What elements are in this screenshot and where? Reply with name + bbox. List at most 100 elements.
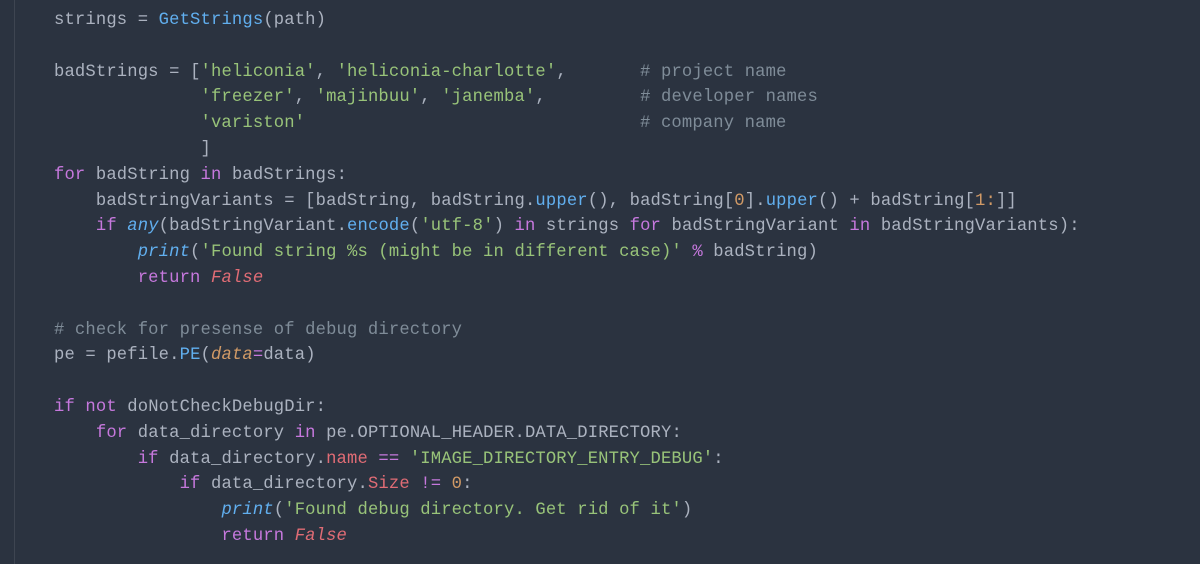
identifier: path (274, 11, 316, 30)
bracket: ] (745, 192, 755, 211)
string-literal: 'utf-8' (420, 217, 493, 236)
boolean-literal: False (295, 527, 347, 546)
identifier: data (263, 346, 305, 365)
string-literal: 'majinbuu' (316, 88, 421, 107)
dot: . (357, 475, 367, 494)
code-editor[interactable]: strings = GetStrings(path) badStrings = … (0, 0, 1200, 564)
colon: : (671, 424, 681, 443)
operator: = (253, 346, 263, 365)
operator: + (839, 192, 870, 211)
comment: # company name (640, 114, 787, 133)
identifier: data_directory (211, 475, 358, 494)
identifier: strings (546, 217, 619, 236)
paren: ) (494, 217, 504, 236)
identifier: data_directory (138, 424, 285, 443)
identifier: badString (870, 192, 964, 211)
slice: 1: (975, 192, 996, 211)
function-call: GetStrings (159, 11, 264, 30)
string-literal: 'variston' (201, 114, 306, 133)
builtin-call: any (127, 217, 158, 236)
dot: . (755, 192, 765, 211)
bracket: [ (724, 192, 734, 211)
colon: : (462, 475, 472, 494)
paren: ( (818, 192, 828, 211)
dot: . (169, 346, 179, 365)
operator: = (75, 346, 106, 365)
paren: ( (410, 217, 420, 236)
paren: ( (588, 192, 598, 211)
identifier: badString (431, 192, 525, 211)
boolean-literal: False (211, 269, 263, 288)
method-call: upper (766, 192, 818, 211)
gutter (14, 0, 29, 564)
paren: ( (190, 243, 200, 262)
keyword: for (96, 424, 127, 443)
keyword: if (138, 450, 159, 469)
comma: , (535, 88, 545, 107)
string-literal: 'freezer' (201, 88, 295, 107)
keyword: in (515, 217, 536, 236)
dot: . (316, 450, 326, 469)
dot: . (525, 192, 535, 211)
identifier: OPTIONAL_HEADER (358, 424, 515, 443)
colon: : (713, 450, 723, 469)
identifier: doNotCheckDebugDir (127, 398, 315, 417)
bracket: [ (965, 192, 975, 211)
comment: # check for presense of debug directory (54, 321, 462, 340)
keyword: return (138, 269, 201, 288)
keyword: if (96, 217, 117, 236)
builtin-call: print (221, 501, 273, 520)
string-literal: 'IMAGE_DIRECTORY_ENTRY_DEBUG' (410, 450, 713, 469)
identifier: badString (96, 166, 190, 185)
paren: ) (305, 346, 315, 365)
attribute: name (326, 450, 368, 469)
keyword: for (54, 166, 85, 185)
identifier: pe (54, 346, 75, 365)
kwarg: data (211, 346, 253, 365)
operator: == (368, 450, 410, 469)
keyword: return (221, 527, 284, 546)
comma: , (609, 192, 630, 211)
string-literal: 'janemba' (441, 88, 535, 107)
string-literal: 'Found debug directory. Get rid of it' (284, 501, 682, 520)
identifier: pefile (106, 346, 169, 365)
attribute: Size (368, 475, 410, 494)
comma: , (316, 63, 337, 82)
operator: = (159, 63, 190, 82)
function-call: PE (180, 346, 201, 365)
string-literal: 'Found string %s (might be in different … (201, 243, 682, 262)
paren: ) (598, 192, 608, 211)
comma: , (295, 88, 316, 107)
keyword: in (201, 166, 222, 185)
keyword: if (180, 475, 201, 494)
method-call: encode (347, 217, 410, 236)
comment: # developer names (640, 88, 818, 107)
string-literal: 'heliconia' (201, 63, 316, 82)
identifier: pe (326, 424, 347, 443)
bracket: [ (305, 192, 315, 211)
bracket: [ (190, 63, 200, 82)
bracket: ] (1006, 192, 1016, 211)
identifier: badString (630, 192, 724, 211)
identifier: badString (713, 243, 807, 262)
keyword: not (85, 398, 116, 417)
paren: ) (682, 501, 692, 520)
paren: ( (274, 501, 284, 520)
paren: ( (201, 346, 211, 365)
bracket: ] (996, 192, 1006, 211)
identifier: badStringVariant (169, 217, 336, 236)
operator: = (127, 11, 158, 30)
number-literal: 0 (452, 475, 462, 494)
dot: . (347, 424, 357, 443)
identifier: data_directory (169, 450, 316, 469)
keyword: in (295, 424, 316, 443)
code-block[interactable]: strings = GetStrings(path) badStrings = … (54, 8, 1200, 550)
identifier: badStringVariants (881, 217, 1059, 236)
identifier: badStringVariant (672, 217, 839, 236)
operator: = (274, 192, 305, 211)
string-literal: 'heliconia-charlotte' (337, 63, 557, 82)
keyword: for (630, 217, 661, 236)
colon: : (337, 166, 347, 185)
identifier: DATA_DIRECTORY (525, 424, 672, 443)
colon: : (1069, 217, 1079, 236)
